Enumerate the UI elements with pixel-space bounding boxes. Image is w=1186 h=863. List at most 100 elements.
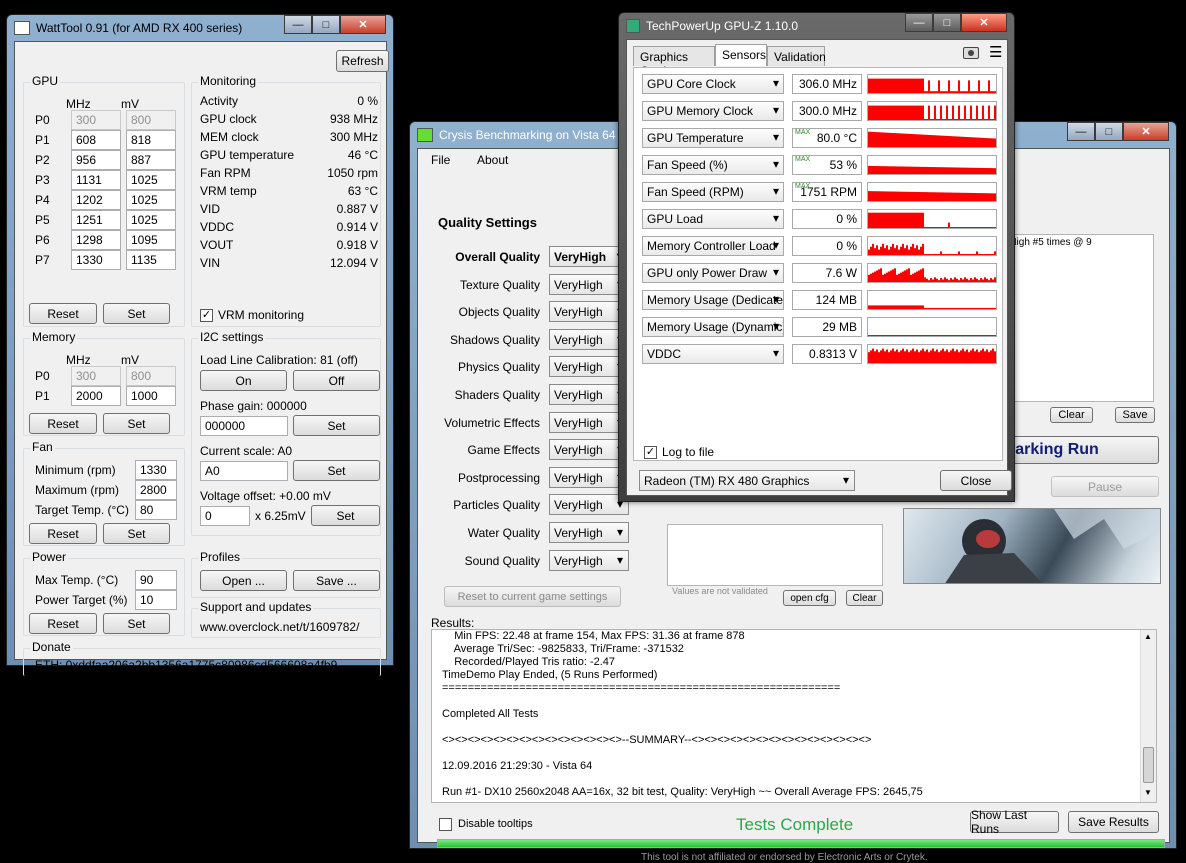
sensor-name-dropdown[interactable]: GPU only Power Draw: [642, 263, 784, 283]
fan-setting-input[interactable]: 80: [135, 500, 177, 520]
results-textbox[interactable]: Min FPS: 22.48 at frame 154, Max FPS: 31…: [431, 629, 1157, 803]
gpu-pstate-mv-input[interactable]: 1135: [126, 250, 176, 270]
cfg-clear-button[interactable]: Clear: [846, 590, 883, 606]
minimize-button[interactable]: —: [905, 13, 933, 32]
quality-setting-dropdown[interactable]: VeryHigh: [549, 301, 629, 323]
menu-file[interactable]: File: [431, 153, 450, 167]
close-button[interactable]: ✕: [1123, 122, 1169, 141]
gpu-pstate-mhz-input[interactable]: 1251: [71, 210, 121, 230]
tab-sensors[interactable]: Sensors: [715, 44, 767, 66]
quality-setting-dropdown[interactable]: VeryHigh: [549, 439, 629, 461]
sensor-name-dropdown[interactable]: VDDC: [642, 344, 784, 364]
gpu-pstate-mhz-input[interactable]: 608: [71, 130, 121, 150]
scroll-thumb[interactable]: [1143, 747, 1154, 783]
gpu-pstate-mhz-input[interactable]: 1330: [71, 250, 121, 270]
fan-setting-input[interactable]: 1330: [135, 460, 177, 480]
gpu-pstate-mhz-input[interactable]: 1131: [71, 170, 121, 190]
current-scale-input[interactable]: A0: [200, 461, 288, 481]
gpu-pstate-mv-input[interactable]: 887: [126, 150, 176, 170]
sensor-name-dropdown[interactable]: Fan Speed (%): [642, 155, 784, 175]
quality-setting-dropdown[interactable]: VeryHigh: [549, 522, 629, 543]
wattool-titlebar[interactable]: WattTool 0.91 (for AMD RX 400 series) — …: [14, 15, 386, 41]
memory-pstate-mhz-input[interactable]: 2000: [71, 386, 121, 406]
llc-off-button[interactable]: Off: [293, 370, 380, 391]
gpu-reset-button[interactable]: Reset: [29, 303, 97, 324]
power-setting-input[interactable]: 90: [135, 570, 177, 590]
llc-on-button[interactable]: On: [200, 370, 287, 391]
disable-tooltips-checkbox[interactable]: [439, 818, 452, 831]
power-set-button[interactable]: Set: [103, 613, 170, 634]
minimize-button[interactable]: —: [1067, 122, 1095, 141]
gpu-pstate-mhz-input[interactable]: 1202: [71, 190, 121, 210]
gpu-set-button[interactable]: Set: [103, 303, 170, 324]
gpu-pstate-mv-input[interactable]: 800: [126, 110, 176, 130]
gpu-pstate-mhz-input[interactable]: 300: [71, 110, 121, 130]
fan-reset-button[interactable]: Reset: [29, 523, 97, 544]
sensor-name-dropdown[interactable]: Memory Usage (Dedicated): [642, 290, 784, 310]
quality-setting-dropdown[interactable]: VeryHigh: [549, 328, 629, 350]
queue-save-button[interactable]: Save: [1115, 407, 1155, 423]
sensor-name-dropdown[interactable]: Memory Usage (Dynamic): [642, 317, 784, 337]
log-to-file-checkbox[interactable]: ✓: [644, 446, 657, 459]
gpu-pstate-mv-input[interactable]: 1025: [126, 170, 176, 190]
queue-clear-button[interactable]: Clear: [1050, 407, 1093, 423]
vrm-monitoring-checkbox[interactable]: ✓: [200, 309, 213, 322]
quality-setting-dropdown[interactable]: VeryHigh: [549, 411, 629, 433]
quality-setting-dropdown[interactable]: VeryHigh: [549, 273, 629, 295]
refresh-button[interactable]: Refresh: [336, 50, 389, 72]
start-benchmark-button[interactable]: marking Run: [998, 436, 1159, 464]
sensor-name-dropdown[interactable]: GPU Core Clock: [642, 74, 784, 94]
quality-setting-dropdown[interactable]: VeryHigh: [549, 384, 629, 405]
support-url-link[interactable]: www.overclock.net/t/1609782/: [200, 620, 359, 634]
reset-settings-button[interactable]: Reset to current game settings: [444, 586, 621, 607]
phase-gain-input[interactable]: 000000: [200, 416, 288, 436]
quality-setting-dropdown[interactable]: VeryHigh: [549, 549, 629, 571]
show-last-runs-button[interactable]: Show Last Runs: [970, 808, 1059, 836]
phase-gain-set-button[interactable]: Set: [293, 415, 380, 436]
scroll-down-icon[interactable]: ▼: [1144, 788, 1152, 797]
menu-about[interactable]: About: [477, 153, 508, 167]
maximize-button[interactable]: □: [1095, 122, 1123, 141]
memory-pstate-mv-input[interactable]: 1000: [126, 386, 176, 406]
menu-icon[interactable]: ☰: [989, 45, 1002, 60]
sensor-name-dropdown[interactable]: GPU Load: [642, 209, 784, 229]
scroll-up-icon[interactable]: ▲: [1144, 632, 1152, 641]
tab-graphics-card[interactable]: Graphics Card: [633, 46, 715, 78]
quality-setting-dropdown[interactable]: VeryHigh: [549, 466, 629, 488]
sensor-name-dropdown[interactable]: Memory Controller Load: [642, 236, 784, 256]
quality-setting-dropdown[interactable]: VeryHigh: [549, 246, 629, 267]
quality-setting-dropdown[interactable]: VeryHigh: [549, 494, 629, 516]
open-cfg-button[interactable]: open cfg: [783, 590, 836, 606]
quality-setting-dropdown[interactable]: VeryHigh: [549, 356, 629, 378]
current-scale-set-button[interactable]: Set: [293, 460, 380, 481]
gpuz-titlebar[interactable]: TechPowerUp GPU-Z 1.10.0 — □ ✕: [626, 13, 1007, 39]
sensor-name-dropdown[interactable]: Fan Speed (RPM): [642, 182, 784, 202]
gpu-select-dropdown[interactable]: Radeon (TM) RX 480 Graphics: [639, 470, 855, 491]
gpuz-close-button[interactable]: Close: [940, 470, 1012, 491]
custom-cfg-textarea[interactable]: [667, 524, 883, 586]
voltage-offset-input[interactable]: 0: [200, 506, 250, 526]
queue-list[interactable]: ryHigh #5 times @ 9: [998, 234, 1154, 402]
save-results-button[interactable]: Save Results: [1068, 811, 1159, 833]
memory-pstate-mhz-input[interactable]: 300: [71, 366, 121, 386]
memory-set-button[interactable]: Set: [103, 413, 170, 434]
power-reset-button[interactable]: Reset: [29, 613, 97, 634]
gpu-pstate-mv-input[interactable]: 1025: [126, 190, 176, 210]
gpu-pstate-mv-input[interactable]: 1095: [126, 230, 176, 250]
results-scrollbar[interactable]: ▲ ▼: [1140, 630, 1156, 802]
camera-icon[interactable]: [963, 47, 979, 59]
maximize-button[interactable]: □: [312, 15, 340, 34]
gpu-pstate-mhz-input[interactable]: 956: [71, 150, 121, 170]
power-setting-input[interactable]: 10: [135, 590, 177, 610]
gpu-pstate-mhz-input[interactable]: 1298: [71, 230, 121, 250]
fan-setting-input[interactable]: 2800: [135, 480, 177, 500]
gpu-pstate-mv-input[interactable]: 1025: [126, 210, 176, 230]
profile-open-button[interactable]: Open ...: [200, 570, 287, 591]
close-button[interactable]: ✕: [961, 13, 1007, 32]
minimize-button[interactable]: —: [284, 15, 312, 34]
tab-validation[interactable]: Validation: [767, 46, 826, 66]
close-button[interactable]: ✕: [340, 15, 386, 34]
maximize-button[interactable]: □: [933, 13, 961, 32]
profile-save-button[interactable]: Save ...: [293, 570, 380, 591]
memory-reset-button[interactable]: Reset: [29, 413, 97, 434]
